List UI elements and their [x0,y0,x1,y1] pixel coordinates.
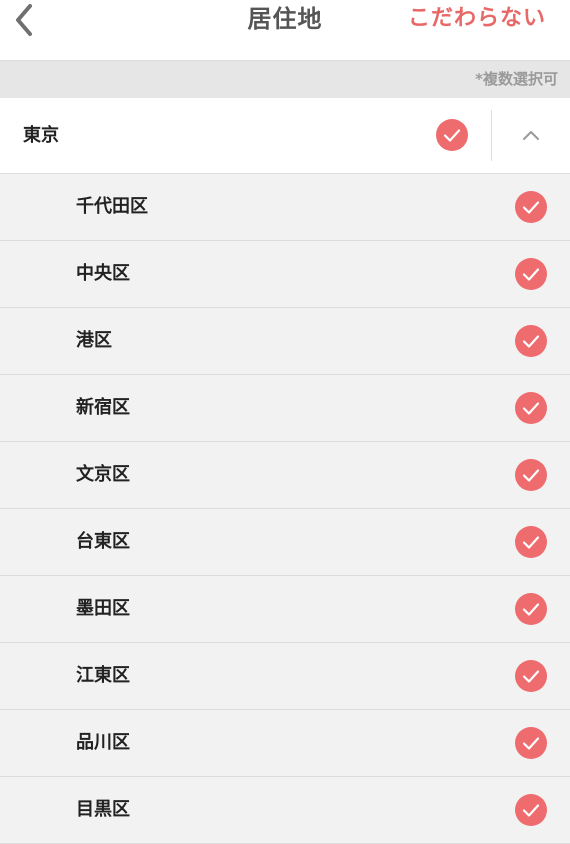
ward-checkbox[interactable] [515,794,547,826]
ward-row[interactable]: 新宿区 [0,375,570,442]
ward-row[interactable]: 墨田区 [0,576,570,643]
multi-select-note: *複数選択可 [475,70,558,88]
check-circle-icon [436,119,468,151]
check-circle-icon [515,727,547,759]
ward-row[interactable]: 江東区 [0,643,570,710]
chevron-up-icon [523,131,539,140]
check-circle-icon [515,660,547,692]
ward-row[interactable]: 千代田区 [0,174,570,241]
ward-label: 墨田区 [76,598,130,619]
check-circle-icon [515,258,547,290]
ward-checkbox[interactable] [515,191,547,223]
ward-list: 千代田区中央区港区新宿区文京区台東区墨田区江東区品川区目黒区 [0,174,570,844]
collapse-button[interactable] [492,98,570,173]
ward-checkbox[interactable] [515,727,547,759]
check-circle-icon [515,191,547,223]
ward-label: 台東区 [76,531,130,552]
no-preference-button[interactable]: こだわらない [408,0,546,38]
ward-checkbox[interactable] [515,392,547,424]
check-circle-icon [515,325,547,357]
check-circle-icon [515,526,547,558]
ward-checkbox[interactable] [515,593,547,625]
ward-checkbox[interactable] [515,258,547,290]
ward-label: 新宿区 [76,397,130,418]
prefecture-row[interactable]: 東京 [0,98,570,174]
prefecture-checkbox[interactable] [436,119,468,151]
check-circle-icon [515,794,547,826]
ward-checkbox[interactable] [515,660,547,692]
prefecture-label: 東京 [23,125,59,146]
check-circle-icon [515,593,547,625]
ward-row[interactable]: 目黒区 [0,777,570,844]
ward-label: 文京区 [76,464,130,485]
check-circle-icon [515,459,547,491]
ward-row[interactable]: 品川区 [0,710,570,777]
ward-row[interactable]: 中央区 [0,241,570,308]
header: 居住地 こだわらない [0,0,570,61]
ward-checkbox[interactable] [515,325,547,357]
ward-label: 中央区 [76,263,130,284]
ward-row[interactable]: 港区 [0,308,570,375]
check-circle-icon [515,392,547,424]
ward-checkbox[interactable] [515,459,547,491]
ward-row[interactable]: 文京区 [0,442,570,509]
ward-label: 品川区 [76,732,130,753]
ward-label: 千代田区 [76,196,148,217]
note-bar: *複数選択可 [0,61,570,98]
ward-label: 目黒区 [76,799,130,820]
ward-label: 江東区 [76,665,130,686]
ward-row[interactable]: 台東区 [0,509,570,576]
ward-label: 港区 [76,330,112,351]
ward-checkbox[interactable] [515,526,547,558]
